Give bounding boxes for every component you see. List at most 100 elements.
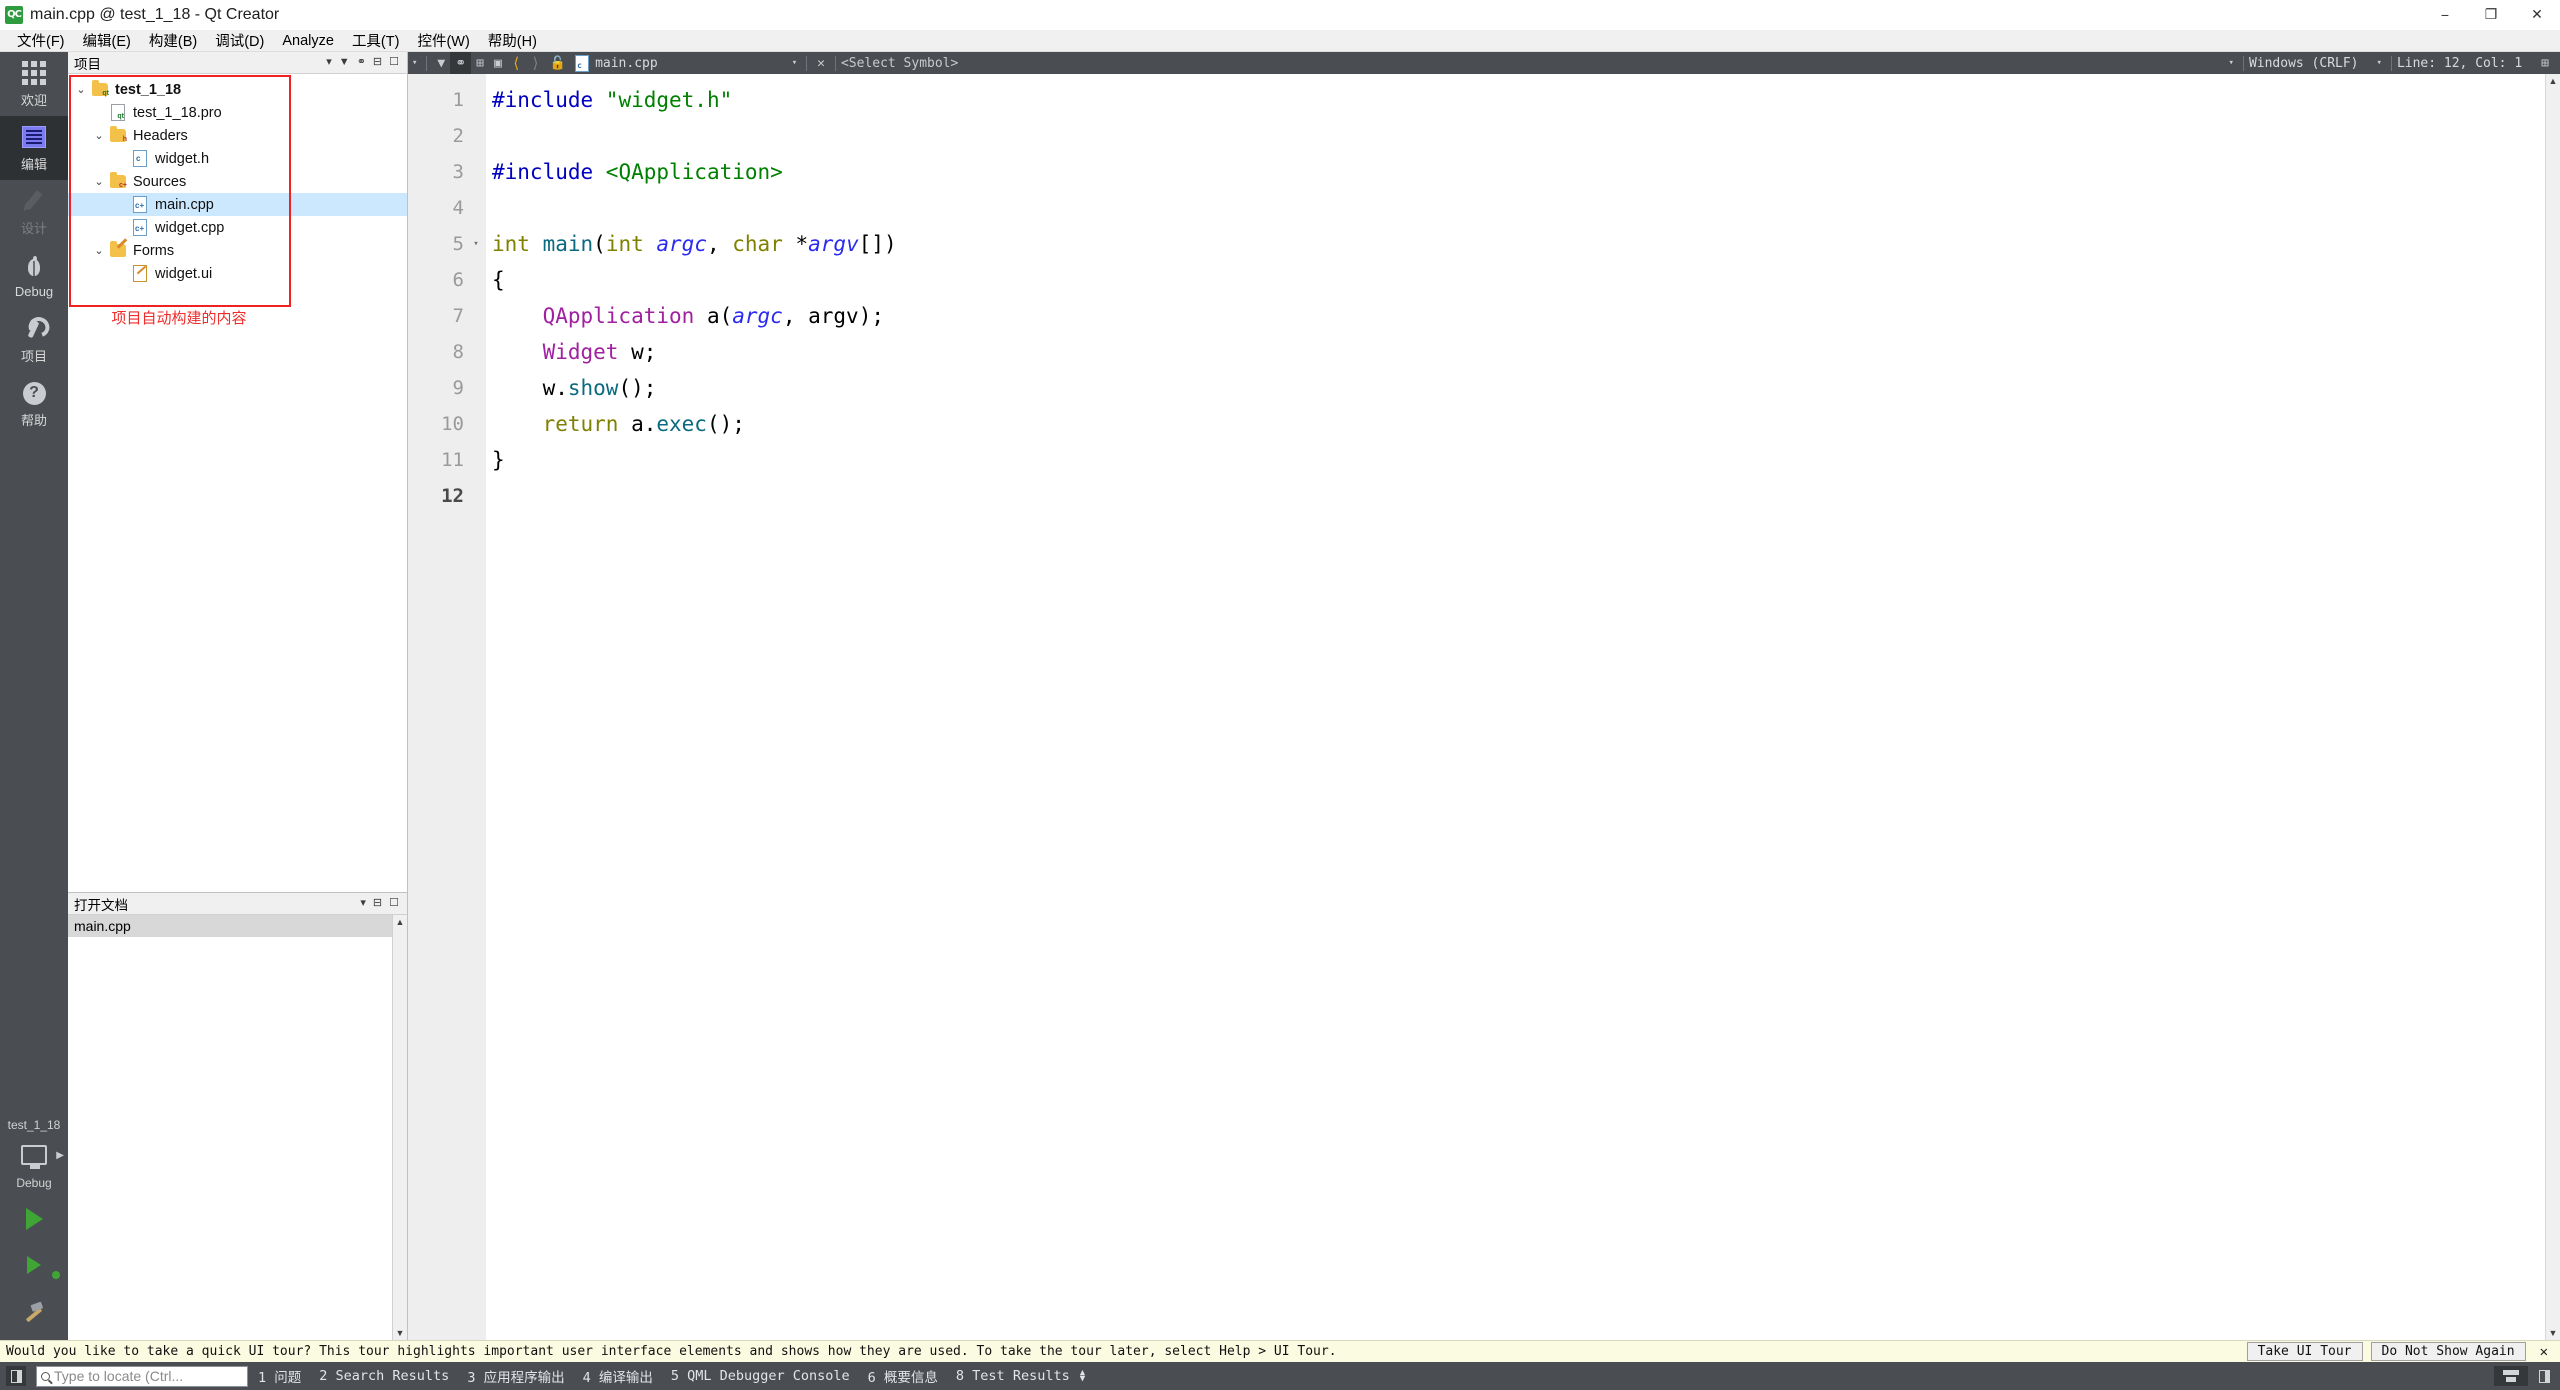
- code-token: argc: [656, 232, 707, 256]
- build-button[interactable]: [0, 1288, 68, 1334]
- opendocs-dropdown-icon[interactable]: ▾: [360, 898, 366, 909]
- tree-item-widget.ui[interactable]: ⌄widget.ui: [68, 262, 407, 285]
- line-number: 6: [408, 262, 486, 298]
- tree-item-Sources[interactable]: ⌄ c+ Sources: [68, 170, 407, 193]
- open-documents-dock: 打开文档 ▾ ⊟ ☐ main.cpp ▲ ▼: [68, 892, 407, 1340]
- line-ending-label[interactable]: Windows (CRLF): [2249, 56, 2359, 71]
- encoding-dropdown-icon[interactable]: ▾: [2373, 58, 2386, 68]
- filter-icon[interactable]: ▼: [432, 52, 450, 74]
- mode-button-Debug[interactable]: Debug: [0, 244, 68, 308]
- scroll-down-icon[interactable]: ▼: [2549, 1328, 2558, 1338]
- line-number-label: 5: [452, 233, 464, 255]
- output-pane-button[interactable]: 3 应用程序输出: [467, 1366, 564, 1386]
- open-document-item[interactable]: main.cpp: [68, 915, 392, 937]
- output-pane-button[interactable]: 2 Search Results: [319, 1368, 449, 1384]
- tree-item-main.cpp[interactable]: ⌄c+main.cpp: [68, 193, 407, 216]
- current-filename: main.cpp: [595, 55, 658, 71]
- output-pane-button[interactable]: 5 QML Debugger Console: [671, 1368, 850, 1384]
- minimize-button[interactable]: −: [2422, 0, 2468, 30]
- wrench-icon: [20, 315, 48, 343]
- run-button[interactable]: [0, 1196, 68, 1242]
- scroll-up-icon[interactable]: ▲: [396, 917, 405, 927]
- line-number-gutter: 1 2 3 4 5 ▾ 6 7 8 9 10 11 12: [408, 74, 486, 1340]
- menu-analyze[interactable]: Analyze: [273, 31, 343, 51]
- scroll-up-icon[interactable]: ▲: [2549, 76, 2558, 86]
- tree-item-test_1_18.pro[interactable]: ⌄qttest_1_18.pro: [68, 101, 407, 124]
- line-ending-dropdown-icon[interactable]: ▾: [2225, 58, 2238, 68]
- tree-item-test_1_18[interactable]: ⌄ qt test_1_18: [68, 78, 407, 101]
- forward-arrow-icon[interactable]: ⟩: [526, 52, 545, 74]
- close-dock-icon[interactable]: ☐: [389, 57, 399, 68]
- file-dropdown-icon[interactable]: ▾: [788, 58, 801, 68]
- close-file-button[interactable]: ✕: [812, 52, 830, 74]
- editor-scrollbar[interactable]: ▲ ▼: [2545, 74, 2560, 1340]
- current-file-crumb[interactable]: main.cpp: [571, 54, 658, 72]
- close-button[interactable]: ✕: [2514, 0, 2560, 30]
- output-pane-button[interactable]: 4 编译输出: [583, 1366, 653, 1386]
- opendocs-split-icon[interactable]: ⊟: [373, 898, 382, 909]
- do-not-show-again-button[interactable]: Do Not Show Again: [2370, 1342, 2526, 1361]
- menu-tools[interactable]: 工具(T): [343, 28, 409, 53]
- tree-item-widget.cpp[interactable]: ⌄c+widget.cpp: [68, 216, 407, 239]
- monitor-icon: [21, 1145, 47, 1169]
- search-input[interactable]: Type to locate (Ctrl...: [36, 1365, 248, 1387]
- symbol-selector[interactable]: <Select Symbol>: [841, 56, 958, 71]
- editor-filter-dropdown-icon[interactable]: ▾: [408, 58, 421, 68]
- kit-selector-button[interactable]: ▶: [0, 1134, 68, 1176]
- mode-button-帮助[interactable]: ? 帮助: [0, 372, 68, 436]
- mode-button-编辑[interactable]: 编辑: [0, 116, 68, 180]
- line-number: 1: [408, 82, 486, 118]
- output-pane-button[interactable]: 1 问题: [258, 1366, 301, 1386]
- fold-marker-icon[interactable]: ▾: [470, 239, 482, 249]
- split-editor-icon[interactable]: ⊞: [2536, 52, 2554, 74]
- unlocked-icon[interactable]: 🔓: [545, 52, 571, 74]
- back-arrow-icon[interactable]: ⟨: [507, 52, 526, 74]
- close-split-icon[interactable]: ▣: [489, 52, 507, 74]
- line-number: 9: [408, 370, 486, 406]
- editor-toolbar: ▾ ▼ ⚭ ⊞ ▣ ⟨ ⟩ 🔓 main.cpp ▾ ✕ <Select Sym…: [408, 52, 2560, 74]
- menu-debug[interactable]: 调试(D): [206, 28, 273, 53]
- menu-file[interactable]: 文件(F): [8, 28, 74, 53]
- sidebar-toggle-icon[interactable]: [6, 1366, 26, 1386]
- filter-dropdown-icon[interactable]: ▾: [326, 57, 332, 68]
- chevron-down-icon[interactable]: ⌄: [90, 244, 108, 257]
- maximize-button[interactable]: ❐: [2468, 0, 2514, 30]
- mode-button-项目[interactable]: 项目: [0, 308, 68, 372]
- menu-window[interactable]: 控件(W): [408, 28, 478, 53]
- progress-icon[interactable]: [2494, 1366, 2528, 1386]
- filter-icon[interactable]: ▼: [339, 57, 350, 68]
- tree-item-widget.h[interactable]: ⌄cwidget.h: [68, 147, 407, 170]
- split-icon[interactable]: ⊟: [373, 57, 382, 68]
- pro-file-icon: qt: [108, 104, 128, 121]
- take-ui-tour-button[interactable]: Take UI Tour: [2246, 1342, 2363, 1361]
- output-pane-updown-icon[interactable]: ▲ ▼: [1080, 1369, 1085, 1384]
- code-content[interactable]: #include "widget.h" #include <QApplicatio…: [486, 74, 2545, 1340]
- tree-item-label: test_1_18: [115, 81, 182, 98]
- mode-button-label: 设计: [20, 221, 47, 236]
- line-number-label: 3: [452, 161, 464, 183]
- chevron-down-icon[interactable]: ⌄: [90, 175, 108, 188]
- output-pane-button[interactable]: 6 概要信息: [868, 1366, 938, 1386]
- split-horizontal-icon[interactable]: ⊞: [471, 52, 489, 74]
- menu-build[interactable]: 构建(B): [140, 28, 206, 53]
- chevron-down-icon[interactable]: ⌄: [72, 83, 90, 96]
- code-editor[interactable]: 1 2 3 4 5 ▾ 6 7 8 9 10 11 12 #include "widget.h" #inc…: [408, 74, 2560, 1340]
- code-line: QApplication a(argc, argv);: [492, 298, 2545, 334]
- tree-item-Headers[interactable]: ⌄ h Headers: [68, 124, 407, 147]
- mode-button-欢迎[interactable]: 欢迎: [0, 52, 68, 116]
- close-banner-icon[interactable]: ✕: [2534, 1344, 2554, 1360]
- output-pane-button[interactable]: 8 Test Results: [956, 1368, 1070, 1384]
- link-icon[interactable]: ⚭: [450, 52, 472, 74]
- tree-item-Forms[interactable]: ⌄ Forms: [68, 238, 407, 262]
- chevron-down-icon[interactable]: ⌄: [90, 129, 108, 142]
- menu-edit[interactable]: 编辑(E): [74, 28, 140, 53]
- project-tree[interactable]: ⌄qttest_1_18⌄qttest_1_18.pro⌄hHeaders⌄cw…: [68, 74, 407, 285]
- menu-help[interactable]: 帮助(H): [479, 28, 546, 53]
- link-icon[interactable]: ⚭: [357, 57, 366, 68]
- debug-button[interactable]: [0, 1242, 68, 1288]
- open-documents-scrollbar[interactable]: ▲ ▼: [392, 915, 407, 1340]
- scroll-down-icon[interactable]: ▼: [396, 1328, 405, 1338]
- opendocs-close-icon[interactable]: ☐: [389, 898, 399, 909]
- output-toggle-icon[interactable]: [2534, 1366, 2554, 1386]
